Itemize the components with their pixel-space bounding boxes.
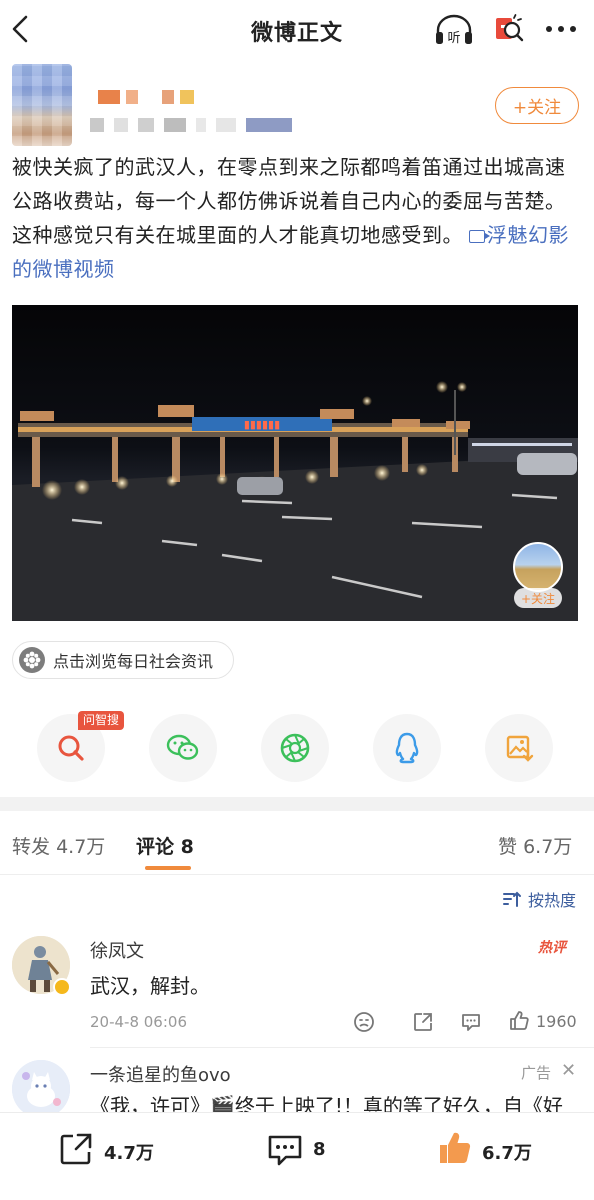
ai-search-icon bbox=[58, 735, 84, 761]
follow-button[interactable]: +关注 bbox=[495, 87, 579, 124]
comment-text: 武汉，解封。 bbox=[90, 974, 210, 998]
video-player[interactable]: ▮▮▮▮▮▮ bbox=[12, 305, 578, 621]
frown-face-icon bbox=[354, 1012, 374, 1032]
topic-chip[interactable]: 点击浏览每日社会资讯 bbox=[12, 641, 234, 679]
ai-search-badge: 问智搜 bbox=[78, 711, 125, 730]
author-meta-blurred bbox=[90, 118, 350, 132]
hot-comment-tag: 热评 bbox=[538, 940, 566, 956]
video-frame: ▮▮▮▮▮▮ bbox=[12, 305, 578, 621]
ad-author-name[interactable]: 一条追星的鱼ovo bbox=[90, 1061, 231, 1087]
bottom-like-button[interactable] bbox=[436, 1129, 474, 1171]
thumb-up-icon bbox=[510, 1011, 529, 1030]
author-name-blurred[interactable] bbox=[98, 90, 208, 104]
ad-tag: 广告 bbox=[521, 1064, 552, 1082]
save-image-button[interactable] bbox=[485, 714, 553, 782]
svg-text:听: 听 bbox=[447, 31, 460, 46]
comment-share-button[interactable] bbox=[412, 1011, 434, 1037]
tab-comments-count: 8 bbox=[180, 836, 194, 858]
share-moments-button[interactable] bbox=[261, 714, 329, 782]
tab-repost-label: 转发 bbox=[12, 836, 51, 858]
ad-avatar[interactable] bbox=[12, 1060, 70, 1118]
tab-comments-label: 评论 bbox=[136, 836, 175, 858]
flower-icon bbox=[19, 647, 45, 673]
comment-separator bbox=[90, 1047, 594, 1048]
qq-icon bbox=[395, 732, 419, 764]
video-icon bbox=[469, 230, 490, 243]
more-button[interactable] bbox=[541, 17, 581, 41]
commenter-name[interactable]: 徐凤文 bbox=[90, 937, 144, 963]
tabs-divider bbox=[0, 874, 594, 875]
repost-icon bbox=[60, 1133, 92, 1165]
sort-icon bbox=[503, 891, 521, 907]
tab-comments[interactable]: 评论 8 bbox=[136, 832, 194, 859]
comment-like-count: 1960 bbox=[536, 1012, 577, 1031]
follow-label: +关注 bbox=[512, 98, 562, 118]
dislike-button[interactable] bbox=[353, 1011, 375, 1037]
tab-repost-count: 4.7万 bbox=[56, 836, 106, 858]
comment-time: 20-4-8 06:06 bbox=[90, 1013, 187, 1031]
thumbs-up-filled-icon bbox=[440, 1132, 471, 1163]
sort-by-popularity-button[interactable]: 按热度 bbox=[502, 887, 576, 911]
comment-like-button[interactable] bbox=[508, 1010, 530, 1036]
topic-chip-label: 点击浏览每日社会资讯 bbox=[53, 652, 214, 671]
bottom-repost-count: 4.7万 bbox=[104, 1143, 154, 1164]
share-qq-button[interactable] bbox=[373, 714, 441, 782]
bottom-like-count: 6.7万 bbox=[482, 1143, 532, 1164]
comment-bubble-icon bbox=[268, 1135, 302, 1166]
video-author-avatar[interactable] bbox=[513, 542, 563, 592]
tab-likes[interactable]: 赞 6.7万 bbox=[498, 832, 572, 859]
share-icon bbox=[414, 1013, 432, 1031]
bottom-comment-button[interactable] bbox=[266, 1132, 304, 1172]
tab-repost[interactable]: 转发 4.7万 bbox=[12, 832, 105, 859]
reply-bubble-icon bbox=[462, 1014, 480, 1031]
tab-likes-label: 赞 bbox=[498, 836, 518, 858]
post-body: 被快关疯了的武汉人，在零点到来之际都鸣着笛通过出城高速公路收费站，每一个人都仿佛… bbox=[12, 150, 584, 286]
save-image-icon bbox=[506, 735, 534, 762]
listen-button[interactable]: 听 bbox=[433, 12, 475, 48]
svg-text:▮▮▮▮▮▮: ▮▮▮▮▮▮ bbox=[244, 418, 280, 431]
red-packet-search-button[interactable] bbox=[492, 12, 526, 46]
tab-likes-count: 6.7万 bbox=[523, 836, 573, 858]
bottom-comment-count: 8 bbox=[313, 1139, 326, 1160]
headphones-icon: 听 bbox=[436, 14, 472, 46]
bottom-repost-button[interactable] bbox=[58, 1131, 94, 1171]
wechat-icon bbox=[166, 734, 199, 760]
moments-icon bbox=[280, 733, 310, 763]
section-divider bbox=[0, 797, 594, 811]
author-avatar[interactable] bbox=[12, 64, 72, 146]
verified-badge-icon bbox=[53, 978, 71, 996]
active-tab-indicator bbox=[145, 866, 191, 870]
ad-close-icon[interactable]: ✕ bbox=[561, 1060, 576, 1081]
video-follow-button[interactable]: +关注 bbox=[514, 588, 562, 608]
red-packet-search-icon bbox=[496, 14, 524, 42]
more-dots-icon bbox=[546, 26, 576, 32]
sort-label: 按热度 bbox=[528, 891, 577, 910]
share-wechat-button[interactable] bbox=[149, 714, 217, 782]
top-bar: 微博正文 听 bbox=[0, 0, 594, 60]
comment-reply-button[interactable] bbox=[460, 1011, 482, 1037]
